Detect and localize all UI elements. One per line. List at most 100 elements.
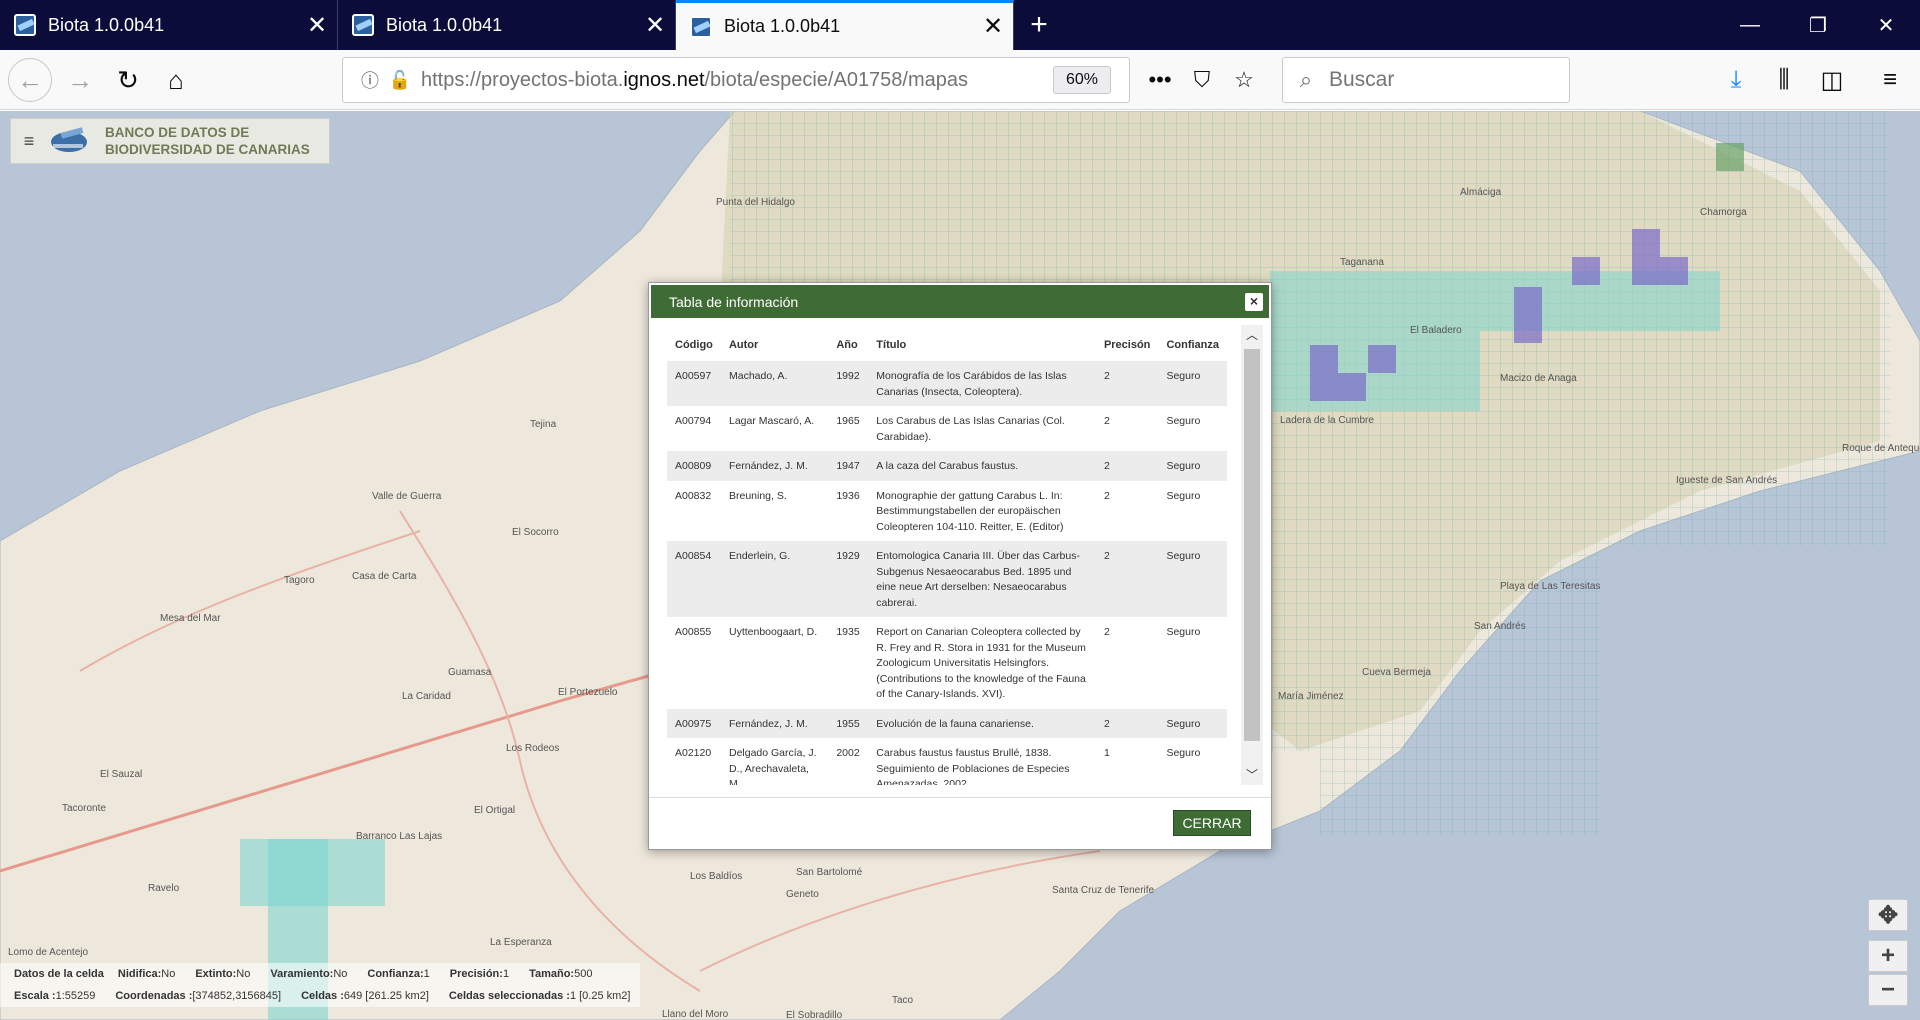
cell-precision: 1 <box>1103 747 1110 759</box>
map-label: Valle de Guerra <box>372 491 442 502</box>
downloads-icon[interactable]: ⤓ <box>1714 58 1758 102</box>
table-row[interactable]: A00855 Uyttenboogaart, D. 1935 Report on Ca… <box>667 617 1227 709</box>
dialog-scrollbar[interactable]: ︿ ﹀ <box>1241 325 1263 785</box>
biota-favicon-icon <box>690 15 712 38</box>
cell-confianza: Seguro <box>1158 451 1227 481</box>
map-label: Chamorga <box>1700 207 1747 218</box>
scroll-down-icon[interactable]: ﹀ <box>1241 765 1263 785</box>
map-label: San Bartolomé <box>796 867 863 878</box>
close-window-icon[interactable]: ✕ <box>1852 0 1920 50</box>
precision-label: Precisión: <box>449 968 503 980</box>
address-bar[interactable]: ⓘ 🔓 https://proyectos-biota.ignos.net/bi… <box>342 57 1130 103</box>
browser-tab[interactable]: Biota 1.0.0b41 ✕ <box>338 0 676 50</box>
map-label: Roque de Antequera <box>1842 443 1920 454</box>
map-label: La Esperanza <box>490 937 552 948</box>
page-actions-icon[interactable]: ••• <box>1140 62 1180 98</box>
table-row[interactable]: A00809 Fernández, J. M. 1947 A la caza del … <box>667 451 1227 481</box>
zoom-level-button[interactable]: 60% <box>1053 66 1111 94</box>
biota-favicon-icon <box>14 14 36 36</box>
info-table: Código Autor Año Título Precisón Confian… <box>667 325 1227 785</box>
nidifica-value: No <box>161 968 176 980</box>
map-status-panel: Datos de la celda Nidifica: No Extinto: No… <box>0 963 640 1007</box>
zoom-out-button[interactable]: − <box>1868 974 1908 1006</box>
map-label: El Socorro <box>512 527 559 538</box>
column-header: Año <box>836 339 858 351</box>
minimize-window-icon[interactable]: — <box>1716 0 1784 50</box>
cell-anio: 1947 <box>828 451 869 481</box>
scrollbar-thumb[interactable] <box>1244 349 1260 741</box>
cell-confianza: Seguro <box>1158 361 1227 406</box>
tab-title: Biota 1.0.0b41 <box>386 14 503 35</box>
cell-codigo: A00794 <box>675 415 712 427</box>
menu-hamburger-icon[interactable]: ≡ <box>1868 58 1912 102</box>
search-input[interactable] <box>1329 68 1549 92</box>
url-text[interactable]: https://proyectos-biota.ignos.net/biota/… <box>421 69 1053 92</box>
info-table-dialog: Tabla de información × Código Autor Año … <box>648 282 1272 850</box>
map-label: Geneto <box>786 889 819 900</box>
site-info-icon[interactable]: ⓘ <box>355 67 385 93</box>
tab-title: Biota 1.0.0b41 <box>724 16 841 36</box>
library-icon[interactable]: ⫼ <box>1762 58 1806 102</box>
table-row[interactable]: A00975 Fernández, J. M. 1955 Evolución de l… <box>667 708 1227 738</box>
sidebar-icon[interactable]: ◫ <box>1810 58 1854 102</box>
zoom-in-button[interactable]: + <box>1868 940 1908 972</box>
close-tab-icon[interactable]: ✕ <box>297 11 337 40</box>
cell-titulo: Report on Canarian Coleoptera collected … <box>876 626 1086 700</box>
cerrar-button[interactable]: CERRAR <box>1173 810 1251 836</box>
close-tab-icon[interactable]: ✕ <box>973 12 1013 41</box>
cell-titulo: Monographie der gattung Carabus L. In: B… <box>876 489 1064 533</box>
tamano-value: 500 <box>574 968 593 980</box>
insecure-lock-icon[interactable]: 🔓 <box>385 70 415 91</box>
dialog-body[interactable]: Código Autor Año Título Precisón Confian… <box>667 325 1227 785</box>
dialog-title: Tabla de información <box>669 293 799 310</box>
cell-confianza: Seguro <box>1166 415 1201 427</box>
cell-codigo: A00832 <box>675 489 712 502</box>
app-logo-text: BANCO DE DATOS DE BIODIVERSIDAD DE CANARI… <box>105 125 310 157</box>
pocket-icon[interactable]: ⛉ <box>1182 62 1222 98</box>
map-label: Macizo de Anaga <box>1500 373 1577 384</box>
back-arrow-icon[interactable]: ← <box>8 58 52 102</box>
search-bar[interactable]: ⌕ <box>1282 57 1570 103</box>
close-dialog-icon[interactable]: × <box>1245 293 1263 311</box>
map-label: Cueva Bermeja <box>1362 667 1431 678</box>
browser-tab[interactable]: Biota 1.0.0b41 ✕ <box>0 0 338 50</box>
tab-title: Biota 1.0.0b41 <box>48 14 165 35</box>
confianza-value: 1 <box>423 968 430 980</box>
table-row[interactable]: A00832 Breuning, S. 1936 Monographie der ga… <box>667 481 1227 542</box>
cell-anio: 1965 <box>836 415 860 427</box>
scroll-up-icon[interactable]: ︿ <box>1241 325 1263 345</box>
coordenadas-value: [374852,3156845] <box>192 990 282 1002</box>
app-logo-panel: ≡ BANCO DE DATOS DE BIODIVERSIDAD DE CANA… <box>10 118 330 164</box>
cell-titulo: Carabus faustus faustus Brullé, 1838. Se… <box>876 747 1070 785</box>
cell-autor: Enderlein, G. <box>720 541 829 617</box>
browser-tab-active[interactable]: Biota 1.0.0b41 ✕ <box>676 0 1014 50</box>
table-row[interactable]: A00597 Machado, A. 1992 Monografía de los C… <box>667 361 1227 406</box>
reload-icon[interactable]: ↻ <box>106 58 150 102</box>
close-tab-icon[interactable]: ✕ <box>635 11 675 40</box>
cell-autor: Fernández, J. M. <box>720 708 829 738</box>
map-label: Guamasa <box>448 667 492 678</box>
cell-codigo: A00854 <box>667 541 721 617</box>
column-header: Código <box>675 339 713 351</box>
pan-move-icon[interactable]: ✥ <box>1868 899 1908 931</box>
home-icon[interactable]: ⌂ <box>154 58 198 102</box>
cell-confianza: Seguro <box>1158 708 1227 738</box>
cell-precision: 2 <box>1103 415 1110 427</box>
cell-precision: 2 <box>1103 626 1110 638</box>
column-header: Confianza <box>1166 339 1219 351</box>
bookmark-star-icon[interactable]: ☆ <box>1224 62 1264 98</box>
cell-confianza: Seguro <box>1158 541 1227 617</box>
precision-value: 1 <box>502 968 510 980</box>
restore-window-icon[interactable]: ❐ <box>1784 0 1852 50</box>
map-label: Barranco Las Lajas <box>356 831 443 842</box>
new-tab-icon[interactable]: + <box>1014 0 1064 50</box>
cell-precision: 2 <box>1095 708 1159 738</box>
map-label: Igueste de San Andrés <box>1676 475 1778 486</box>
table-row[interactable]: A00794 Lagar Mascaró, A. 1965 Los Carabus d… <box>667 406 1227 451</box>
celdas-seleccionadas-value: 1 [0.25 km2] <box>569 990 631 1002</box>
map-viewport[interactable]: Punta del Hidalgo Almáciga Chamorga Taga… <box>0 111 1920 1020</box>
hamburger-menu-icon[interactable]: ≡ <box>11 131 47 152</box>
table-row[interactable]: A02120 Delgado García, J. D., Arechavalet… <box>667 738 1227 785</box>
forward-arrow-icon[interactable]: → <box>58 58 102 102</box>
table-row[interactable]: A00854 Enderlein, G. 1929 Entomologica Cana… <box>667 541 1227 617</box>
